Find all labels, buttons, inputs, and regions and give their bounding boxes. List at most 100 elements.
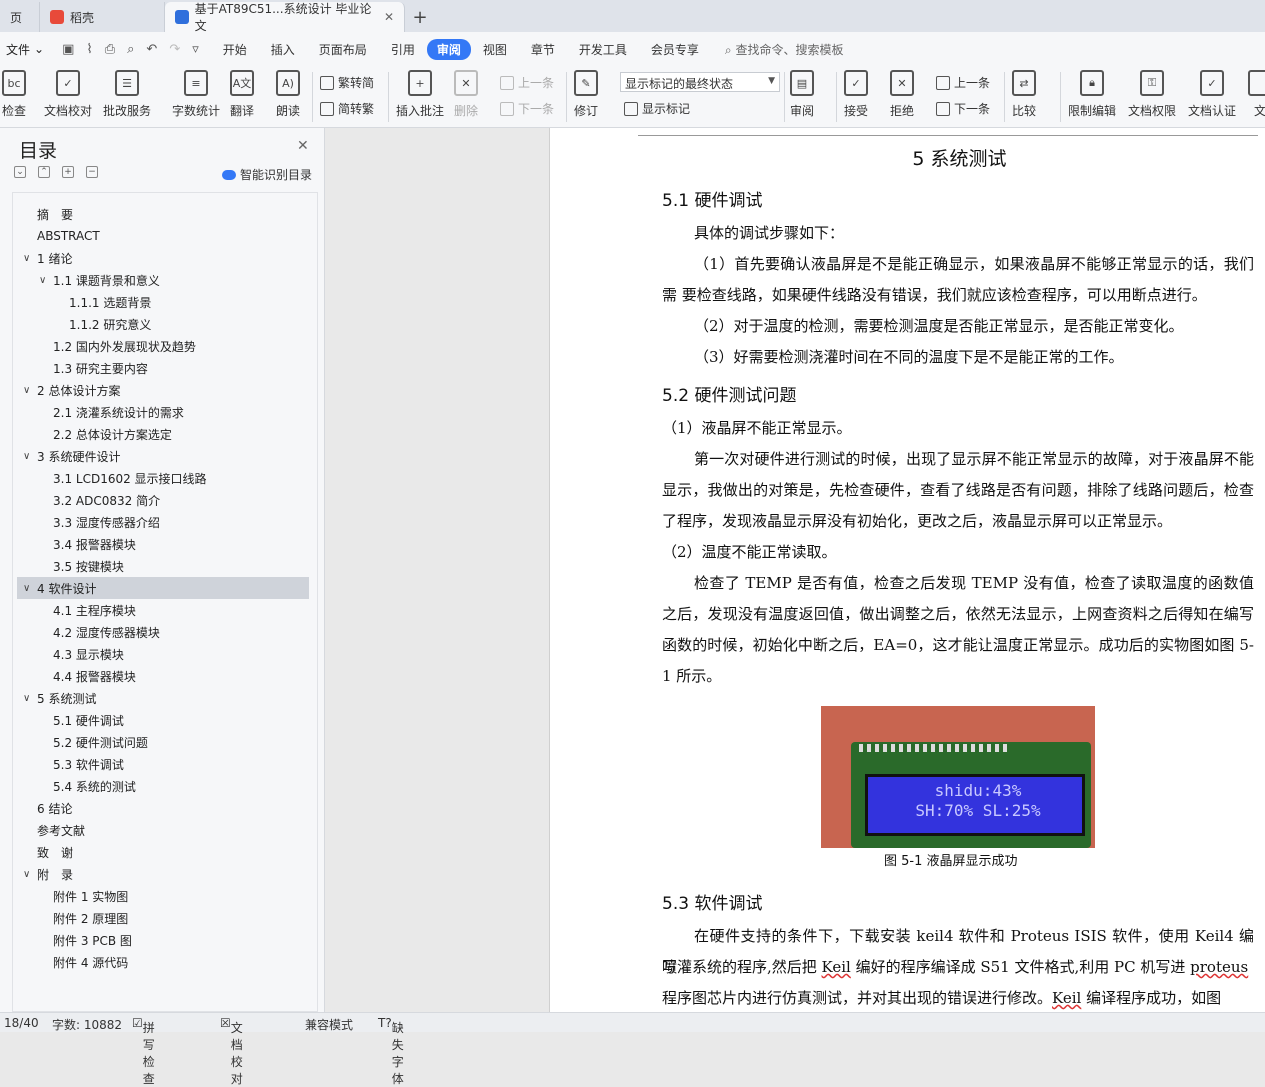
expand-all-icon[interactable]: ⌄ [14,166,26,178]
word-count[interactable]: 字数: 10882 [52,1016,122,1033]
close-icon[interactable]: ✕ [297,138,309,154]
toc-item[interactable]: 附件 4 源代码 [17,951,309,973]
doc-more-button[interactable]: 文 [1248,70,1265,119]
toc-item[interactable]: 附件 1 实物图 [17,885,309,907]
reject-button[interactable]: ✕ 拒绝 [890,70,914,119]
print-icon[interactable]: ⎙ [105,42,115,57]
menu-start[interactable]: 开始 [211,39,259,60]
toc-item[interactable]: 摘 要 [17,203,309,225]
chevron-down-icon[interactable]: ∨ [23,693,30,704]
toc-item[interactable]: 参考文献 [17,819,309,841]
batch-service-button[interactable]: ☰ 批改服务 [103,70,151,119]
redo-icon[interactable]: ↷ [169,42,180,57]
chevron-down-icon[interactable]: ∨ [23,583,30,594]
insert-comment-button[interactable]: + 插入批注 [396,70,444,119]
prev-comment-button[interactable]: 上一条 [500,74,554,91]
toc-item[interactable]: 1.1.1 选题背景 [17,291,309,313]
compare-button[interactable]: ⇄ 比较 [1012,70,1036,119]
restrict-edit-button[interactable]: 🔒︎ 限制编辑 [1068,70,1116,119]
toc-item[interactable]: ∨ 3 系统硬件设计 [17,445,309,467]
toc-item[interactable]: 2.2 总体设计方案选定 [17,423,309,445]
markup-mode-select[interactable]: 显示标记的最终状态 ▼ [620,72,780,92]
menu-review[interactable]: 审阅 [426,38,471,60]
tab-home[interactable]: 页 [0,2,40,32]
trad-to-simp-button[interactable]: 繁转简 [320,74,374,91]
spell-check-button[interactable]: bc 检查 [2,70,26,119]
toc-item[interactable]: ∨ 5 系统测试 [17,687,309,709]
undo-icon[interactable]: ↶ [146,42,157,57]
toc-item[interactable]: 6 结论 [17,797,309,819]
close-icon[interactable]: ✕ [384,10,394,24]
chevron-down-icon[interactable]: ∨ [39,275,46,286]
word-count-button[interactable]: ≡ 字数统计 [172,70,220,119]
menu-insert[interactable]: 插入 [259,39,307,60]
next-change-button[interactable]: 下一条 [936,100,990,117]
toc-item[interactable]: 5.2 硬件测试问题 [17,731,309,753]
toc-item[interactable]: 2.1 浇灌系统设计的需求 [17,401,309,423]
toc-item[interactable]: ABSTRACT [17,225,309,247]
toc-item[interactable]: 4.4 报警器模块 [17,665,309,687]
new-tab-button[interactable]: + [405,2,435,32]
track-changes-button[interactable]: ✎ 修订 [574,70,598,119]
delete-comment-button[interactable]: ✕ 删除 [454,70,478,119]
toc-item[interactable]: 3.2 ADC0832 简介 [17,489,309,511]
toc-item[interactable]: ∨ 1 绪论 [17,247,309,269]
toc-item[interactable]: ∨ 1.1 课题背景和意义 [17,269,309,291]
next-comment-button[interactable]: 下一条 [500,100,554,117]
page-indicator[interactable]: 18/40 [4,1016,39,1030]
tab-docer[interactable]: 稻壳 [40,2,165,32]
chevron-down-icon[interactable]: ∨ [23,385,30,396]
toc-item[interactable]: 3.1 LCD1602 显示接口线路 [17,467,309,489]
prev-change-button[interactable]: 上一条 [936,74,990,91]
menu-chapter[interactable]: 章节 [519,39,567,60]
more-icon[interactable]: ▿ [192,42,199,57]
toc-item[interactable]: 1.2 国内外发展现状及趋势 [17,335,309,357]
read-aloud-button[interactable]: A) 朗读 [276,70,300,119]
toc-item[interactable]: 1.1.2 研究意义 [17,313,309,335]
chevron-down-icon[interactable]: ∨ [23,869,30,880]
format-painter-icon[interactable]: ⌇ [86,42,92,57]
toc-item[interactable]: 4.2 湿度传感器模块 [17,621,309,643]
file-menu[interactable]: 文件 ⌄ [0,41,50,58]
toc-item[interactable]: ∨ 4 软件设计 [17,577,309,599]
translate-button[interactable]: A文 翻译 [230,70,254,119]
smart-toc-button[interactable]: 智能识别目录 [222,166,312,183]
menu-member[interactable]: 会员专享 [639,39,711,60]
tab-document[interactable]: 基于AT89C51...系统设计 毕业论文 ✕ [165,2,405,33]
toc-item[interactable]: 5.3 软件调试 [17,753,309,775]
spell-check-toggle[interactable]: ☑ 拼写检查 [132,1016,155,1086]
toc-item[interactable]: ∨ 附 录 [17,863,309,885]
toc-item[interactable]: 4.3 显示模块 [17,643,309,665]
collapse-all-icon[interactable]: ⌃ [38,166,50,178]
add-heading-icon[interactable]: + [62,166,74,178]
toc-item[interactable]: 4.1 主程序模块 [17,599,309,621]
doc-cert-button[interactable]: ✓ 文档认证 [1188,70,1236,119]
menu-view[interactable]: 视图 [471,39,519,60]
accept-button[interactable]: ✓ 接受 [844,70,868,119]
toc-item[interactable]: 1.3 研究主要内容 [17,357,309,379]
toc-item[interactable]: 5.4 系统的测试 [17,775,309,797]
toc-item[interactable]: 3.5 按键模块 [17,555,309,577]
simp-to-trad-button[interactable]: 简转繁 [320,100,374,117]
show-markup-button[interactable]: 显示标记 [624,100,690,117]
review-pane-button[interactable]: ▤ 审阅 [790,70,814,119]
chevron-down-icon[interactable]: ∨ [23,451,30,462]
print-preview-icon[interactable]: ⌕ [127,42,134,57]
doc-rights-button[interactable]: ⚿ 文档权限 [1128,70,1176,119]
menu-devtools[interactable]: 开发工具 [567,39,639,60]
remove-heading-icon[interactable]: − [86,166,98,178]
missing-font-button[interactable]: T? 缺失字体 [378,1016,404,1086]
doc-proof-toggle[interactable]: ☒ 文档校对 [220,1016,243,1086]
chevron-down-icon[interactable]: ∨ [23,253,30,264]
toc-item[interactable]: 致 谢 [17,841,309,863]
toc-item[interactable]: 附件 2 原理图 [17,907,309,929]
menu-layout[interactable]: 页面布局 [307,39,379,60]
doc-proof-button[interactable]: ✓ 文档校对 [44,70,92,119]
toc-item[interactable]: ∨ 2 总体设计方案 [17,379,309,401]
toc-item[interactable]: 附件 3 PCB 图 [17,929,309,951]
command-search[interactable]: ⌕ 查找命令、搜索模板 [725,41,844,58]
toc-item[interactable]: 3.3 湿度传感器介绍 [17,511,309,533]
save-icon[interactable]: ▣ [62,42,74,57]
toc-item[interactable]: 5.1 硬件调试 [17,709,309,731]
menu-reference[interactable]: 引用 [379,39,427,60]
